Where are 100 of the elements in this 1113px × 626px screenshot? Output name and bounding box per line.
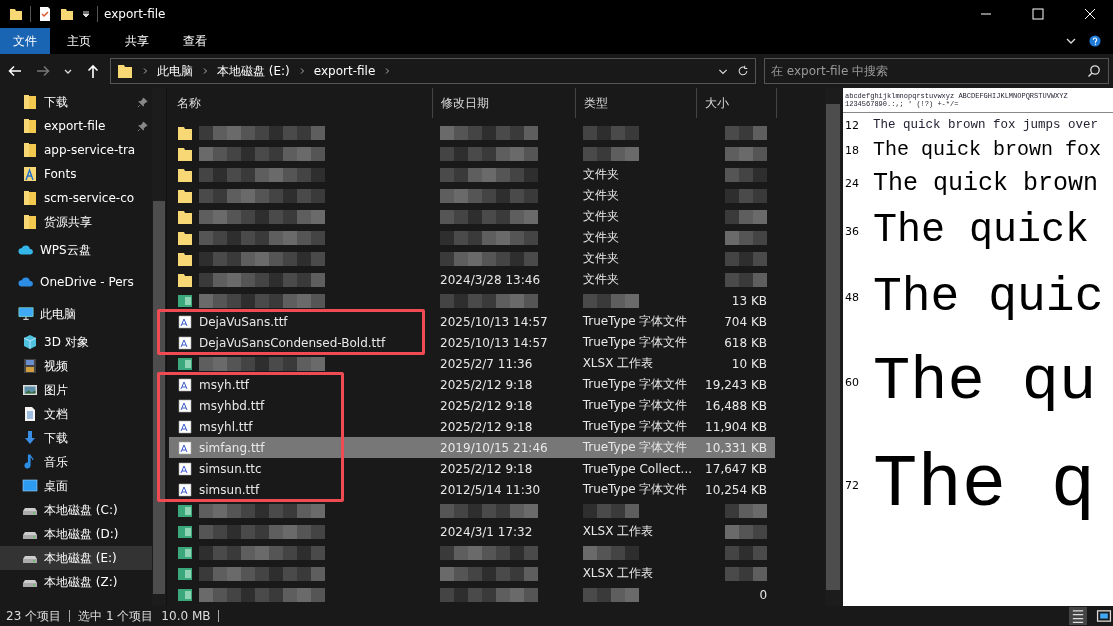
file-row[interactable]: XLSX 工作表 bbox=[169, 563, 775, 584]
nav-item[interactable]: app-service-tra bbox=[0, 138, 152, 162]
file-row[interactable]: msyhl.ttf 2025/2/12 9:18 TrueType 字体文件 11,904 KB bbox=[169, 416, 775, 437]
nav-item[interactable]: Fonts bbox=[0, 162, 152, 186]
file-row[interactable]: 文件夹 bbox=[169, 227, 775, 248]
font-file-icon bbox=[177, 439, 193, 456]
pixelated-text bbox=[725, 251, 767, 266]
file-name: msyh.ttf bbox=[199, 377, 250, 392]
breadcrumb[interactable]: export-file bbox=[313, 64, 376, 78]
file-row[interactable]: simfang.ttf 2019/10/15 21:46 TrueType 字体文件 10,331 KB bbox=[169, 437, 775, 458]
table-cell: 10,331 KB bbox=[705, 440, 767, 455]
column-header[interactable]: 大小 bbox=[697, 88, 777, 118]
ribbon-tab[interactable]: 查看 bbox=[166, 28, 224, 54]
table-cell: 2025/2/12 9:18 bbox=[440, 461, 533, 476]
new-folder-icon[interactable] bbox=[59, 6, 75, 22]
nav-item[interactable]: 本地磁盘 (Z:) bbox=[0, 570, 152, 594]
file-row[interactable]: 文件夹 bbox=[169, 206, 775, 227]
nav-item[interactable]: 文档 bbox=[0, 402, 152, 426]
nav-item[interactable]: 本地磁盘 (C:) bbox=[0, 498, 152, 522]
nav-item[interactable]: 图片 bbox=[0, 378, 152, 402]
nav-item[interactable]: 下载 bbox=[0, 90, 152, 114]
font-file-icon bbox=[177, 334, 193, 351]
size-label: 36 bbox=[844, 224, 860, 238]
spreadsheet-icon bbox=[177, 544, 193, 561]
column-header[interactable]: 类型 bbox=[576, 88, 697, 118]
nav-item[interactable]: 货源共享 bbox=[0, 210, 152, 234]
nav-item[interactable]: export-file bbox=[0, 114, 152, 138]
folder-icon bbox=[177, 145, 193, 162]
file-row[interactable]: DejaVuSans.ttf 2025/10/13 14:57 TrueType 字体文件 704 KB bbox=[169, 311, 775, 332]
file-row[interactable]: DejaVuSansCondensed-Bold.ttf 2025/10/13 14:57 TrueType 字体文件 618 KB bbox=[169, 332, 775, 353]
thumbnail-view-icon[interactable] bbox=[1095, 607, 1113, 625]
ribbon-tab[interactable]: 共享 bbox=[108, 28, 166, 54]
nav-item[interactable]: 本地磁盘 (D:) bbox=[0, 522, 152, 546]
file-row[interactable]: msyh.ttf 2025/2/12 9:18 TrueType 字体文件 19,243 KB bbox=[169, 374, 775, 395]
nav-item[interactable]: 桌面 bbox=[0, 474, 152, 498]
sample-text: The quick bbox=[873, 211, 1090, 251]
sample-text: The quick brown fox bbox=[873, 140, 1102, 160]
nav-item[interactable]: WPS云盘 bbox=[0, 234, 152, 266]
file-row[interactable]: 0 bbox=[169, 584, 775, 605]
file-name: msyhl.ttf bbox=[199, 419, 253, 434]
sample-text: The quic bbox=[873, 273, 1104, 321]
chevron-icon[interactable] bbox=[383, 67, 392, 75]
breadcrumb[interactable]: 本地磁盘 (E:) bbox=[217, 62, 290, 80]
chevron-icon[interactable] bbox=[201, 67, 209, 75]
chevron-icon[interactable] bbox=[141, 67, 149, 75]
table-cell: TrueType 字体文件 bbox=[582, 376, 688, 393]
file-row[interactable]: 2024/3/1 17:32 XLSX 工作表 bbox=[169, 521, 775, 542]
file-name: simfang.ttf bbox=[199, 440, 265, 455]
font-file-icon bbox=[177, 376, 193, 393]
refresh-icon[interactable] bbox=[737, 65, 749, 77]
pixelated-text bbox=[725, 524, 767, 539]
ribbon-tab[interactable]: 文件 bbox=[0, 28, 50, 54]
details-view-icon[interactable] bbox=[1069, 607, 1087, 625]
folder-icon bbox=[177, 229, 193, 246]
nav-item[interactable]: OneDrive - Pers bbox=[0, 266, 152, 298]
size-label: 60 bbox=[844, 375, 860, 389]
search-field[interactable]: 在 export-file 中搜索 bbox=[764, 58, 1109, 84]
file-row[interactable]: 2024/3/28 13:46 文件夹 bbox=[169, 269, 775, 290]
ribbon-tab[interactable]: 主页 bbox=[50, 28, 108, 54]
pixelated-text bbox=[582, 146, 639, 161]
nav-item[interactable]: 此电脑 bbox=[0, 298, 152, 330]
size-label: 72 bbox=[844, 478, 860, 492]
table-cell: 2019/10/15 21:46 bbox=[440, 440, 548, 455]
file-row[interactable]: 2025/2/7 11:36 XLSX 工作表 10 KB bbox=[169, 353, 775, 374]
nav-label: scm-service-co bbox=[44, 191, 135, 205]
file-row[interactable]: 文件夹 bbox=[169, 164, 775, 185]
pin-icon bbox=[137, 96, 148, 108]
nav-item[interactable]: 视频 bbox=[0, 354, 152, 378]
back-icon[interactable] bbox=[7, 63, 23, 79]
dropdown-icon[interactable] bbox=[81, 9, 91, 19]
nav-item[interactable]: 音乐 bbox=[0, 450, 152, 474]
forward-icon[interactable] bbox=[35, 63, 51, 79]
help-icon[interactable] bbox=[1089, 35, 1101, 47]
table-cell: 2012/5/14 11:30 bbox=[440, 482, 541, 497]
nav-item[interactable]: 3D 对象 bbox=[0, 330, 152, 354]
file-row[interactable]: 文件夹 bbox=[169, 185, 775, 206]
file-row[interactable]: simsun.ttc 2025/2/12 9:18 TrueType Collect... 17,647 KB bbox=[169, 458, 775, 479]
file-row[interactable]: msyhbd.ttf 2025/2/12 9:18 TrueType 字体文件 16,488 KB bbox=[169, 395, 775, 416]
breadcrumb[interactable]: 此电脑 bbox=[157, 62, 193, 80]
file-row[interactable]: 文件夹 bbox=[169, 248, 775, 269]
nav-item[interactable]: 下载 bbox=[0, 426, 152, 450]
folder-icon[interactable] bbox=[8, 6, 24, 22]
table-cell: XLSX 工作表 bbox=[582, 355, 654, 372]
column-header[interactable]: 名称 bbox=[169, 88, 433, 118]
pixelated-text bbox=[725, 545, 767, 560]
file-row[interactable]: 13 KB bbox=[169, 290, 775, 311]
file-row[interactable]: simsun.ttf 2012/5/14 11:30 TrueType 字体文件 10,254 KB bbox=[169, 479, 775, 500]
table-cell: 16,488 KB bbox=[705, 398, 767, 413]
nav-label: 桌面 bbox=[44, 477, 68, 495]
up-icon[interactable] bbox=[85, 63, 101, 79]
table-cell: 2025/2/7 11:36 bbox=[440, 356, 533, 371]
table-cell: 文件夹 bbox=[582, 187, 619, 204]
nav-label: 本地磁盘 (D:) bbox=[44, 525, 119, 543]
address-bar[interactable]: 此电脑 本地磁盘 (E:) export-file bbox=[110, 58, 756, 84]
nav-item[interactable]: scm-service-co bbox=[0, 186, 152, 210]
properties-icon[interactable] bbox=[37, 6, 53, 22]
folder-icon bbox=[22, 214, 38, 230]
desktop-icon bbox=[22, 478, 38, 494]
column-header[interactable]: 修改日期 bbox=[433, 88, 576, 118]
nav-item[interactable]: 本地磁盘 (E:) bbox=[0, 546, 152, 570]
